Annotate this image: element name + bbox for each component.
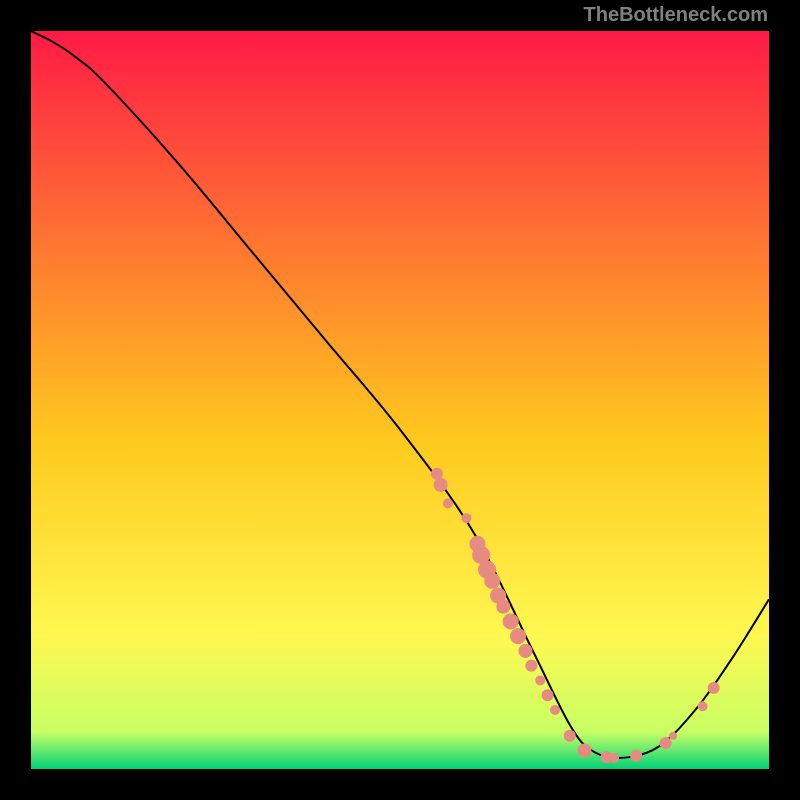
data-marker	[518, 644, 532, 658]
data-marker	[630, 750, 642, 762]
data-marker	[535, 675, 545, 685]
chart-canvas	[31, 31, 769, 769]
data-marker	[443, 498, 453, 508]
data-marker	[503, 613, 519, 629]
data-marker	[510, 628, 526, 644]
data-marker	[550, 705, 560, 715]
chart-frame	[31, 31, 769, 769]
data-marker	[698, 701, 708, 711]
data-marker	[578, 744, 592, 758]
data-marker	[461, 513, 471, 523]
data-marker	[484, 573, 500, 589]
data-marker	[609, 753, 619, 763]
data-marker	[496, 600, 510, 614]
data-marker	[542, 689, 554, 701]
data-marker	[708, 682, 720, 694]
data-marker	[525, 660, 537, 672]
data-marker	[434, 478, 448, 492]
attribution-text: TheBottleneck.com	[584, 4, 768, 27]
data-marker	[660, 737, 672, 749]
data-marker	[564, 730, 576, 742]
gradient-background	[31, 31, 769, 769]
data-marker	[669, 732, 677, 740]
